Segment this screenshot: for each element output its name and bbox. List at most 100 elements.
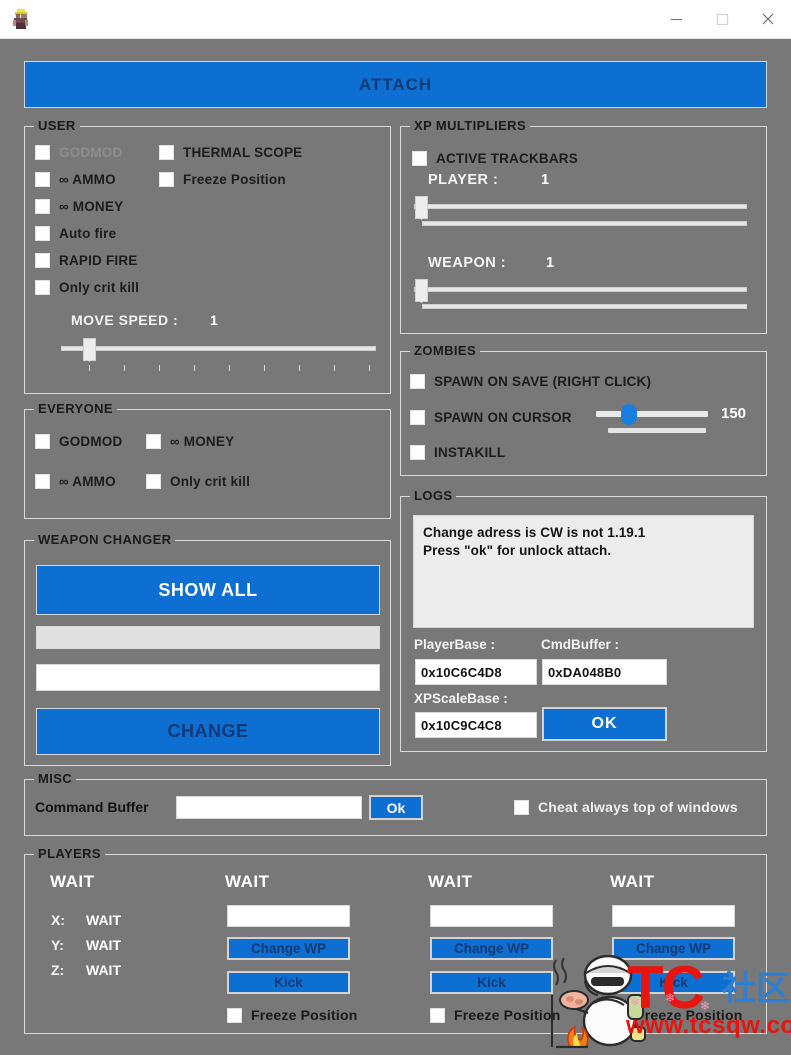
checkbox-box[interactable] xyxy=(35,172,50,187)
player-4-weapon-input[interactable] xyxy=(612,905,735,927)
weapon-name-input[interactable] xyxy=(36,664,380,691)
checkbox-box[interactable] xyxy=(514,799,529,815)
checkbox-label: ∞ AMMO xyxy=(59,172,116,187)
logs-ok-button[interactable]: OK xyxy=(542,707,667,741)
logs-textarea[interactable]: Change adress is CW is not 1.19.1 Press … xyxy=(413,515,754,628)
everyone-group: EVERYONE GODMOD ∞ MONEY ∞ AMMO Only crit… xyxy=(24,401,391,519)
player-3-name: WAIT xyxy=(428,872,473,891)
checkbox-user-rapid-fire[interactable]: RAPID FIRE xyxy=(35,253,138,268)
checkbox-box[interactable] xyxy=(410,374,425,389)
xp-weapon-label: WEAPON : xyxy=(428,255,507,271)
checkbox-label: Freeze Position xyxy=(636,1007,743,1023)
checkbox-everyone-money[interactable]: ∞ MONEY xyxy=(146,434,234,449)
checkbox-box[interactable] xyxy=(612,1007,627,1023)
player-1-y-value: WAIT xyxy=(86,937,121,953)
checkbox-user-only-crit-kill[interactable]: Only crit kill xyxy=(35,280,139,295)
change-weapon-button[interactable]: CHANGE xyxy=(36,708,380,755)
checkbox-player-3-freeze-position[interactable]: Freeze Position xyxy=(430,1007,560,1023)
checkbox-box[interactable] xyxy=(412,151,427,166)
checkbox-box[interactable] xyxy=(410,410,425,425)
zombies-group: ZOMBIES SPAWN ON SAVE (RIGHT CLICK) SPAW… xyxy=(400,343,767,476)
checkbox-box[interactable] xyxy=(35,280,50,295)
checkbox-label: SPAWN ON CURSOR xyxy=(434,410,572,425)
slider-track-secondary xyxy=(422,304,747,309)
minimize-icon[interactable] xyxy=(653,0,699,38)
slider-track-secondary xyxy=(422,221,747,226)
slider-track xyxy=(414,287,747,292)
player-3-change-wp-button[interactable]: Change WP xyxy=(430,937,553,960)
xp-player-label: PLAYER : xyxy=(428,172,499,188)
maximize-icon[interactable] xyxy=(699,0,745,38)
slider-thumb[interactable] xyxy=(83,338,96,361)
players-group: PLAYERS WAIT X: WAIT Y: WAIT Z: WAIT WAI… xyxy=(24,846,767,1034)
checkbox-everyone-ammo[interactable]: ∞ AMMO xyxy=(35,474,116,489)
checkbox-user-freeze-position[interactable]: Freeze Position xyxy=(159,172,286,187)
slider-thumb[interactable] xyxy=(621,404,637,425)
weapon-list-box[interactable] xyxy=(36,626,380,649)
checkbox-label: Cheat always top of windows xyxy=(538,799,738,815)
player-2-change-wp-button[interactable]: Change WP xyxy=(227,937,350,960)
checkbox-everyone-godmod[interactable]: GODMOD xyxy=(35,434,122,449)
xp-weapon-slider[interactable] xyxy=(414,278,754,314)
slider-thumb[interactable] xyxy=(415,196,428,219)
player-4-kick-button[interactable]: Kick xyxy=(612,971,735,994)
checkbox-box[interactable] xyxy=(146,434,161,449)
checkbox-box[interactable] xyxy=(35,145,50,160)
checkbox-box[interactable] xyxy=(146,474,161,489)
player-2-kick-button[interactable]: Kick xyxy=(227,971,350,994)
attach-button[interactable]: ATTACH xyxy=(24,61,767,108)
checkbox-box[interactable] xyxy=(35,253,50,268)
slider-thumb[interactable] xyxy=(415,279,428,302)
checkbox-box[interactable] xyxy=(430,1007,445,1023)
window-controls xyxy=(653,0,791,38)
checkbox-label: RAPID FIRE xyxy=(59,253,138,268)
checkbox-user-godmod[interactable]: GODMOD xyxy=(35,145,122,160)
player-3-kick-button[interactable]: Kick xyxy=(430,971,553,994)
xp-weapon-value: 1 xyxy=(546,255,555,271)
player-4-name: WAIT xyxy=(610,872,655,891)
checkbox-user-ammo[interactable]: ∞ AMMO xyxy=(35,172,116,187)
checkbox-instakill[interactable]: INSTAKILL xyxy=(410,445,505,460)
zombies-group-legend: ZOMBIES xyxy=(410,343,481,358)
checkbox-spawn-on-cursor[interactable]: SPAWN ON CURSOR xyxy=(410,410,572,425)
checkbox-box[interactable] xyxy=(227,1007,242,1023)
players-group-legend: PLAYERS xyxy=(34,846,106,861)
checkbox-box[interactable] xyxy=(35,226,50,241)
checkbox-cheat-always-top[interactable]: Cheat always top of windows xyxy=(514,799,738,815)
cheat-tool-window: ATTACH USER GODMOD ∞ AMMO ∞ MONEY Auto f… xyxy=(0,0,791,1052)
cmd-buffer-input[interactable]: 0xDA048B0 xyxy=(542,659,667,685)
checkbox-player-2-freeze-position[interactable]: Freeze Position xyxy=(227,1007,357,1023)
checkbox-everyone-only-crit-kill[interactable]: Only crit kill xyxy=(146,474,250,489)
checkbox-box[interactable] xyxy=(35,199,50,214)
zombie-count-slider[interactable] xyxy=(596,404,711,434)
checkbox-box[interactable] xyxy=(159,172,174,187)
checkbox-box[interactable] xyxy=(35,474,50,489)
close-icon[interactable] xyxy=(745,0,791,38)
checkbox-spawn-on-save[interactable]: SPAWN ON SAVE (RIGHT CLICK) xyxy=(410,374,651,389)
command-buffer-input[interactable] xyxy=(176,796,362,819)
checkbox-box[interactable] xyxy=(410,445,425,460)
player-base-input[interactable]: 0x10C6C4D8 xyxy=(415,659,537,685)
user-group-legend: USER xyxy=(34,118,80,133)
checkbox-player-4-freeze-position[interactable]: Freeze Position xyxy=(612,1007,742,1023)
xp-scale-base-input[interactable]: 0x10C9C4C8 xyxy=(415,712,537,738)
player-2-weapon-input[interactable] xyxy=(227,905,350,927)
slider-track xyxy=(414,204,747,209)
move-speed-slider[interactable] xyxy=(61,337,386,373)
checkbox-user-auto-fire[interactable]: Auto fire xyxy=(35,226,116,241)
checkbox-label: Only crit kill xyxy=(59,280,140,295)
checkbox-user-money[interactable]: ∞ MONEY xyxy=(35,199,123,214)
checkbox-label: GODMOD xyxy=(59,434,123,449)
checkbox-box[interactable] xyxy=(159,145,174,160)
player-3-weapon-input[interactable] xyxy=(430,905,553,927)
player-4-change-wp-button[interactable]: Change WP xyxy=(612,937,735,960)
logs-group: LOGS Change adress is CW is not 1.19.1 P… xyxy=(400,488,767,752)
misc-group: MISC Command Buffer Ok Cheat always top … xyxy=(24,771,767,836)
xp-player-slider[interactable] xyxy=(414,195,754,231)
command-buffer-ok-button[interactable]: Ok xyxy=(369,795,423,820)
checkbox-user-thermal-scope[interactable]: THERMAL SCOPE xyxy=(159,145,302,160)
show-all-button[interactable]: SHOW ALL xyxy=(36,565,380,615)
checkbox-box[interactable] xyxy=(35,434,50,449)
checkbox-active-trackbars[interactable]: ACTIVE TRACKBARS xyxy=(412,151,578,166)
checkbox-label: THERMAL SCOPE xyxy=(183,145,303,160)
